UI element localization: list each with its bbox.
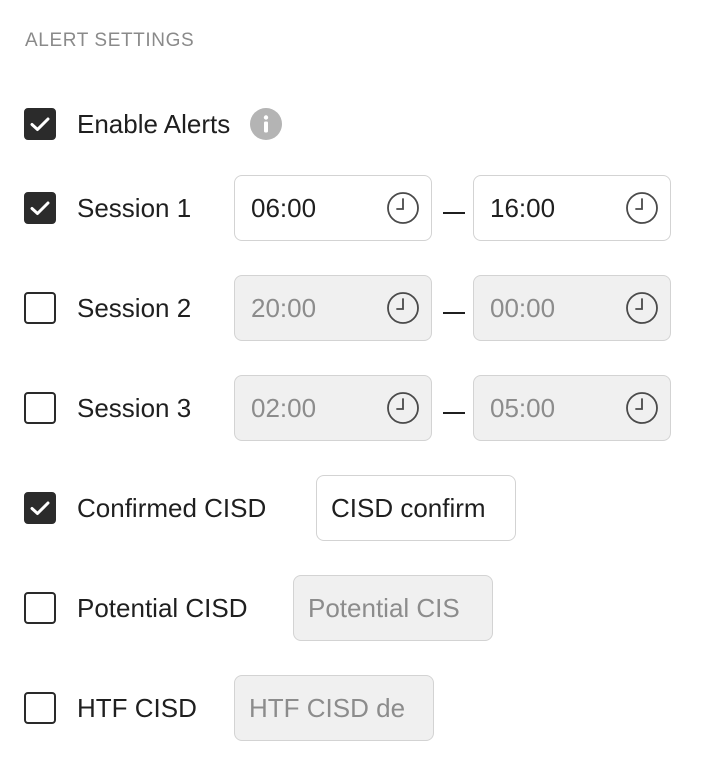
clock-icon[interactable] <box>625 191 659 225</box>
clock-icon[interactable] <box>625 291 659 325</box>
session-1-row: Session 1 <box>24 175 191 241</box>
session-3-row: Session 3 <box>24 375 191 441</box>
potential-cisd-message-input[interactable] <box>308 592 478 624</box>
session-1-label: Session 1 <box>77 193 192 223</box>
clock-icon[interactable] <box>386 391 420 425</box>
clock-icon[interactable] <box>386 291 420 325</box>
confirmed-cisd-label: Confirmed CISD <box>77 493 267 523</box>
clock-icon[interactable] <box>625 391 659 425</box>
potential-cisd-message-field[interactable] <box>293 575 493 641</box>
session-1-start-value: 06:00 <box>251 193 317 223</box>
info-icon[interactable] <box>250 108 283 140</box>
session-3-checkbox[interactable] <box>24 392 56 424</box>
htf-cisd-label: HTF CISD <box>77 693 197 723</box>
htf-cisd-message-input[interactable] <box>249 692 419 724</box>
session-1-end-time[interactable]: 16:00 <box>473 175 671 241</box>
confirmed-cisd-message-input[interactable] <box>331 492 501 524</box>
session-3-start-value: 02:00 <box>251 393 317 423</box>
session-3-end-time[interactable]: 05:00 <box>473 375 671 441</box>
section-title: ALERT SETTINGS <box>25 30 195 51</box>
session-3-start-time[interactable]: 02:00 <box>234 375 432 441</box>
session-3-label: Session 3 <box>77 393 192 423</box>
potential-cisd-checkbox[interactable] <box>24 592 56 624</box>
check-icon <box>30 501 50 515</box>
potential-cisd-label: Potential CISD <box>77 593 248 623</box>
session-3-range-dash <box>443 412 465 414</box>
enable-alerts-label: Enable Alerts <box>77 109 231 139</box>
check-icon <box>30 201 50 215</box>
potential-cisd-row: Potential CISD <box>24 575 248 641</box>
confirmed-cisd-checkbox[interactable] <box>24 492 56 524</box>
session-1-start-time[interactable]: 06:00 <box>234 175 432 241</box>
session-2-start-time[interactable]: 20:00 <box>234 275 432 341</box>
confirmed-cisd-message-field[interactable] <box>316 475 516 541</box>
session-2-row: Session 2 <box>24 275 191 341</box>
enable-alerts-checkbox[interactable] <box>24 108 56 140</box>
enable-alerts-row: Enable Alerts <box>24 91 283 157</box>
session-2-end-time[interactable]: 00:00 <box>473 275 671 341</box>
session-2-start-value: 20:00 <box>251 293 317 323</box>
session-1-checkbox[interactable] <box>24 192 56 224</box>
session-1-end-value: 16:00 <box>490 193 556 223</box>
session-2-checkbox[interactable] <box>24 292 56 324</box>
htf-cisd-row: HTF CISD <box>24 675 197 741</box>
htf-cisd-message-field[interactable] <box>234 675 434 741</box>
htf-cisd-checkbox[interactable] <box>24 692 56 724</box>
session-1-range-dash <box>443 212 465 214</box>
session-2-label: Session 2 <box>77 293 192 323</box>
session-3-end-value: 05:00 <box>490 393 556 423</box>
session-2-range-dash <box>443 312 465 314</box>
session-2-end-value: 00:00 <box>490 293 556 323</box>
clock-icon[interactable] <box>386 191 420 225</box>
confirmed-cisd-row: Confirmed CISD <box>24 475 266 541</box>
check-icon <box>30 117 50 131</box>
